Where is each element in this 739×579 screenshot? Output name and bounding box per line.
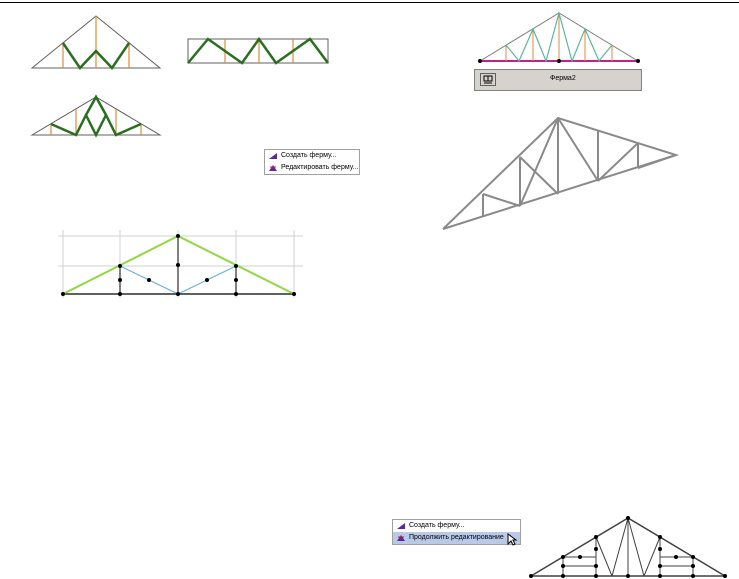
create-truss-icon [397,523,405,529]
menu-item-label: Создать ферму... [281,152,337,159]
truss-diagram-parallel-chord [187,36,329,65]
menu-item-label: Создать ферму... [409,522,465,529]
menu-item-create-truss[interactable]: Создать ферму... [265,150,359,162]
truss-diagram-nodes [529,516,727,578]
continue-edit-icon [397,535,405,541]
menu-item-continue-editing[interactable]: Продолжить редактирование [393,532,520,546]
menu-item-label: Продолжить редактирование [409,534,504,541]
menu-item-edit-truss[interactable]: Редактировать ферму... [265,162,359,174]
menu-item-create-truss[interactable]: Создать ферму... [393,520,520,532]
context-menu-top: Создать ферму... Редактировать ферму... [264,149,360,175]
edit-truss-icon [269,165,277,171]
truss-diagram-w-triangle [30,15,162,70]
create-truss-icon [269,153,277,159]
truss-grid-diagram [58,230,303,298]
truss-tool-icon [483,75,493,84]
mouse-cursor-icon [507,533,518,546]
truss-diagram-magenta-chord [478,10,640,63]
menu-item-label: Редактировать ферму... [281,164,359,171]
truss-3d-view [442,116,680,230]
truss-name-label: Ферма2 [550,75,576,82]
truss-diagram-double-w [30,94,162,138]
context-menu-bottom: Создать ферму... Продолжить редактирован… [392,519,521,546]
truss-toolbar: Ферма2 [474,69,642,91]
top-border-line [0,2,739,3]
truss-tool-button[interactable] [480,73,496,86]
